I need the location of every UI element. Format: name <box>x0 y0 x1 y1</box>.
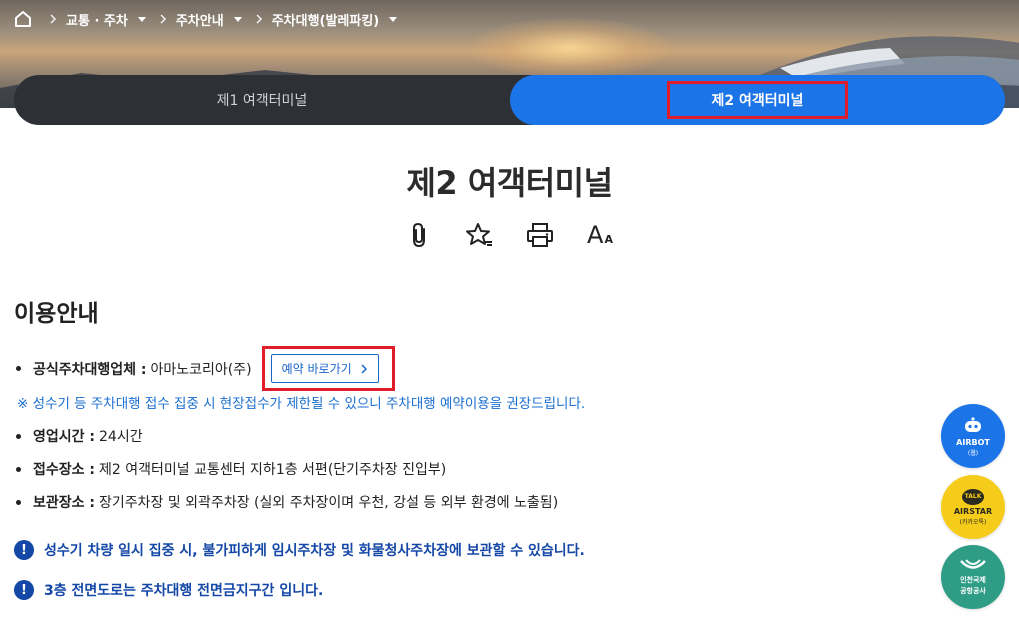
info-key: 공식주차대행업체 : <box>33 361 147 378</box>
terminal-tabs: 제1 여객터미널 제2 여객터미널 <box>14 75 1005 125</box>
iiac-button[interactable]: 인천국제 공항공사 <box>941 545 1005 609</box>
alert-text: 성수기 차량 일시 집중 시, 불가피하게 임시주차장 및 화물청사주차장에 보… <box>44 543 585 559</box>
iiac-line1: 인천국제 <box>960 576 986 584</box>
list-item: 영업시간 : 24시간 <box>16 426 143 446</box>
section-title: 이용안내 <box>14 301 99 327</box>
kakao-talk-icon: TALK <box>962 488 984 505</box>
font-size-label: A <box>587 221 604 249</box>
caret-down-icon <box>389 16 398 22</box>
airbot-label: AIRBOT <box>956 437 990 447</box>
home-icon[interactable] <box>12 8 34 30</box>
breadcrumb-item-valet[interactable]: 주차대행(발레파킹) <box>272 10 398 29</box>
info-value: 아마노코리아(주) <box>150 361 252 378</box>
font-size-icon[interactable]: AA <box>583 218 617 252</box>
info-key: 보관장소 : <box>33 495 95 511</box>
airbot-button[interactable]: AIRBOT (웹) <box>941 404 1005 468</box>
chevron-right-icon <box>252 12 266 26</box>
caret-down-icon <box>137 16 146 22</box>
tab-terminal-2[interactable]: 제2 여객터미널 <box>510 75 1005 125</box>
reserve-highlight: 예약 바로가기 <box>261 346 395 391</box>
reserve-button-label: 예약 바로가기 <box>281 362 352 376</box>
exclamation-icon: ! <box>14 580 34 600</box>
airstar-button[interactable]: TALK AIRSTAR (카카오톡) <box>941 475 1005 539</box>
chevron-right-icon <box>361 363 367 374</box>
alert-item: ! 성수기 차량 일시 집중 시, 불가피하게 임시주차장 및 화물청사주차장에… <box>14 540 585 560</box>
chevron-right-icon <box>46 12 60 26</box>
breadcrumb-item-transport[interactable]: 교통 · 주차 <box>66 10 146 29</box>
caret-down-icon <box>233 16 242 22</box>
alert-text: 3층 전면도로는 주차대행 전면금지구간 입니다. <box>44 583 324 599</box>
info-value: 장기주차장 및 외곽주차장 (실외 주차장이며 우천, 강설 등 외부 환경에 … <box>99 495 559 511</box>
exclamation-icon: ! <box>14 540 34 560</box>
tab-label: 제2 여객터미널 <box>666 81 849 119</box>
reservation-note: ※ 성수기 등 주차대행 접수 집중 시 현장접수가 제한될 수 있으니 주차대… <box>17 396 586 412</box>
page-title: 제2 여객터미널 <box>406 164 613 202</box>
breadcrumb: 교통 · 주차 주차안내 주차대행(발레파킹) <box>12 6 401 32</box>
sunset-glow <box>470 18 670 78</box>
tab-label: 제1 여객터미널 <box>216 93 308 109</box>
bullet <box>16 466 21 472</box>
breadcrumb-label: 주차대행(발레파킹) <box>271 13 380 29</box>
bullet <box>16 499 21 505</box>
bullet <box>16 366 21 371</box>
page-tools: AA <box>403 218 617 252</box>
breadcrumb-label: 교통 · 주차 <box>66 13 128 29</box>
bullet <box>16 433 21 439</box>
info-value: 24시간 <box>99 429 143 445</box>
airstar-sub: (카카오톡) <box>959 518 987 526</box>
clip-icon[interactable] <box>403 218 437 252</box>
list-item: 접수장소 : 제2 여객터미널 교통센터 지하1층 서편(단기주차장 진입부) <box>16 459 446 479</box>
alert-item: ! 3층 전면도로는 주차대행 전면금지구간 입니다. <box>14 580 323 600</box>
iiac-line2: 공항공사 <box>960 587 986 595</box>
print-icon[interactable] <box>523 218 557 252</box>
favorite-star-icon[interactable] <box>463 218 497 252</box>
breadcrumb-label: 주차안내 <box>175 13 224 29</box>
info-key: 접수장소 : <box>33 462 95 478</box>
reserve-button[interactable]: 예약 바로가기 <box>270 354 379 383</box>
breadcrumb-item-parking[interactable]: 주차안내 <box>176 10 242 29</box>
chevron-right-icon <box>156 12 170 26</box>
font-size-small-label: A <box>604 233 613 246</box>
info-value: 제2 여객터미널 교통센터 지하1층 서편(단기주차장 진입부) <box>99 462 447 478</box>
airstar-label: AIRSTAR <box>953 506 993 516</box>
list-item: 보관장소 : 장기주차장 및 외곽주차장 (실외 주차장이며 우천, 강설 등 … <box>16 492 558 512</box>
airbot-sub: (웹) <box>967 449 979 457</box>
tab-terminal-1[interactable]: 제1 여객터미널 <box>14 75 510 125</box>
robot-icon <box>965 416 981 432</box>
list-item: 공식주차대행업체 : 아마노코리아(주) 예약 바로가기 <box>16 346 395 391</box>
info-key: 영업시간 : <box>33 429 95 445</box>
iiac-logo-icon <box>960 559 986 569</box>
